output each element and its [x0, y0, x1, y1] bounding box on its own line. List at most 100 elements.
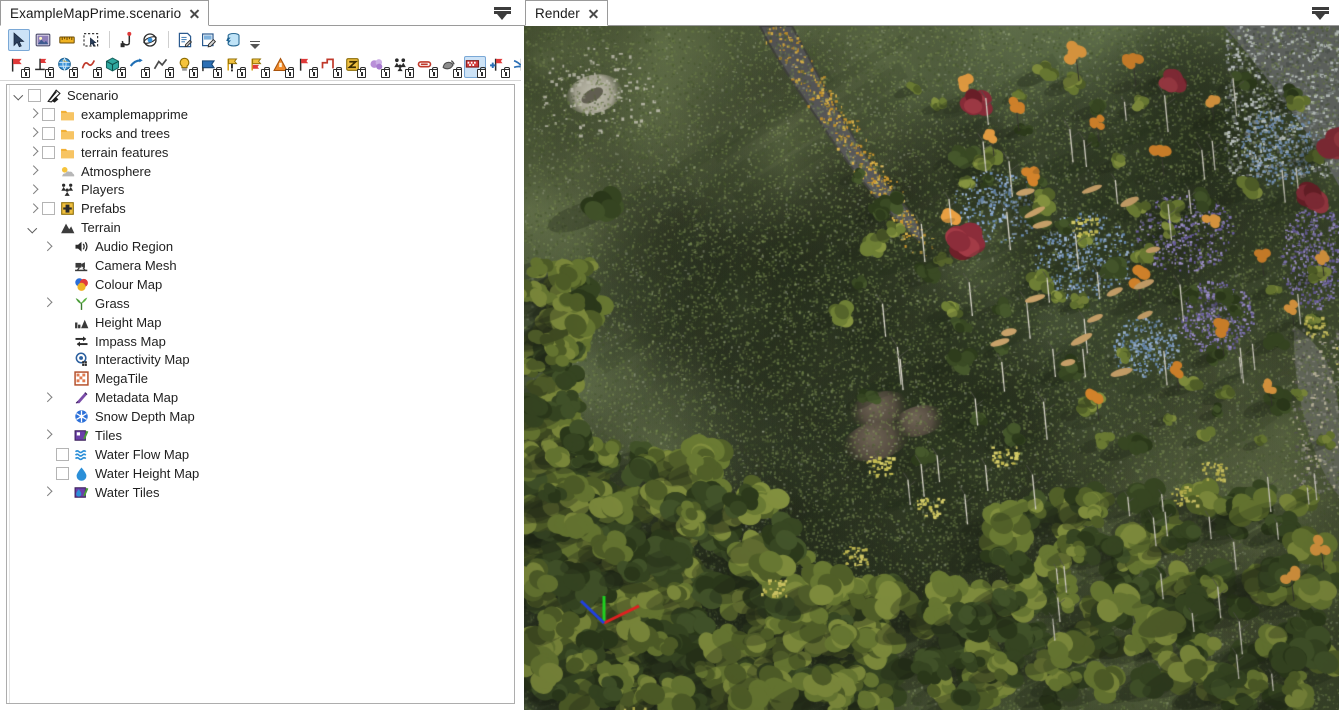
left-tabstrip: ExampleMapPrime.scenario	[0, 0, 521, 26]
tree-item-camera-mesh[interactable]: Camera Mesh	[7, 256, 514, 275]
tree-item-audio-region[interactable]: Audio Region	[7, 237, 514, 256]
tree-item-players[interactable]: Players	[7, 180, 514, 199]
tree-item-label: Prefabs	[81, 201, 126, 217]
toolbar-overflow-icon[interactable]	[248, 29, 262, 51]
tree-item-rocks-and-trees[interactable]: rocks and trees	[7, 124, 514, 143]
tree-item-label: Interactivity Map	[95, 352, 190, 368]
tree-item-metadata-map[interactable]: Metadata Map	[7, 388, 514, 407]
squad-units-lock-icon[interactable]	[392, 56, 415, 78]
scenario-brush-icon	[45, 88, 62, 103]
chevron-right-icon[interactable]	[27, 127, 40, 140]
line-path-lock-icon[interactable]	[152, 56, 175, 78]
tab-scenario[interactable]: ExampleMapPrime.scenario	[0, 0, 210, 26]
orbit-rotate-icon[interactable]	[139, 29, 161, 51]
tiles-icon	[73, 428, 90, 443]
tab-render-label: Render	[535, 5, 580, 21]
tree-item-label: rocks and trees	[81, 125, 170, 141]
close-icon[interactable]	[587, 7, 600, 20]
flag-marker-lock-icon[interactable]	[32, 56, 55, 78]
render-viewport[interactable]	[524, 26, 1339, 710]
cube-teal-lock-icon[interactable]	[104, 56, 127, 78]
chevron-right-icon[interactable]	[41, 391, 54, 404]
visibility-checkbox[interactable]	[42, 145, 55, 159]
visibility-checkbox[interactable]	[42, 126, 55, 140]
chevron-down-icon[interactable]	[13, 89, 26, 102]
tree-item-water-flow-map[interactable]: Water Flow Map	[7, 445, 514, 464]
chevron-right-icon[interactable]	[27, 146, 40, 159]
add-flag-lock-icon[interactable]	[488, 56, 511, 78]
tree-item-height-map[interactable]: Height Map	[7, 313, 514, 332]
tab-render[interactable]: Render	[525, 0, 608, 26]
chevron-right-icon[interactable]	[41, 240, 54, 253]
chevron-right-icon[interactable]	[27, 165, 40, 178]
cone-orange-lock-icon[interactable]	[272, 56, 295, 78]
tree-item-label: Metadata Map	[95, 390, 179, 406]
cloud-purple-lock-icon[interactable]	[368, 56, 391, 78]
image-texture-icon[interactable]	[32, 29, 54, 51]
tree-item-terrain[interactable]: Terrain	[7, 218, 514, 237]
objective-flag-lock-icon[interactable]	[248, 56, 271, 78]
tree-item-grass[interactable]: Grass	[7, 294, 514, 313]
wave-path-lock-icon[interactable]	[320, 56, 343, 78]
chevron-right-icon[interactable]	[41, 297, 54, 310]
flag-red-lock-icon[interactable]	[8, 56, 31, 78]
tree-item-interactivity-map[interactable]: Interactivity Map	[7, 350, 514, 369]
toolbar-separator	[109, 31, 110, 48]
tab-list-dropdown-icon[interactable]	[1312, 5, 1329, 21]
globe-lock-icon[interactable]	[56, 56, 79, 78]
tree-item-water-tiles[interactable]: Water Tiles	[7, 483, 514, 502]
flag-red-small-lock-icon[interactable]	[296, 56, 319, 78]
right-tabstrip: Render	[521, 0, 1339, 26]
tree-item-label: Snow Depth Map	[95, 409, 195, 425]
marquee-select-icon[interactable]	[80, 29, 102, 51]
tree-item-water-height-map[interactable]: Water Height Map	[7, 464, 514, 483]
select-cursor-icon[interactable]	[8, 28, 30, 51]
smoke-grey-lock-icon[interactable]	[440, 56, 463, 78]
banner-blue-lock-icon[interactable]	[200, 56, 223, 78]
close-icon[interactable]	[188, 7, 201, 20]
tree-item-tiles[interactable]: Tiles	[7, 426, 514, 445]
tree-item-colour-map[interactable]: Colour Map	[7, 275, 514, 294]
chevron-down-icon[interactable]	[27, 221, 40, 234]
zone-yellow-lock-icon[interactable]	[344, 56, 367, 78]
visibility-checkbox[interactable]	[56, 447, 69, 461]
terrain-render-canvas[interactable]	[524, 26, 1339, 710]
scenario-tree[interactable]: Scenario examplemapprime rocks and trees te…	[6, 84, 515, 704]
chevron-right-icon[interactable]	[41, 486, 54, 499]
tree-item-scenario[interactable]: Scenario	[7, 86, 514, 105]
audio-speaker-icon	[73, 239, 90, 254]
tree-item-examplemapprime[interactable]: examplemapprime	[7, 105, 514, 124]
database-refresh-icon[interactable]	[222, 29, 244, 51]
path-node-icon[interactable]	[115, 29, 137, 51]
chevron-right-icon[interactable]	[27, 202, 40, 215]
tree-item-impass-map[interactable]: Impass Map	[7, 332, 514, 351]
visibility-checkbox[interactable]	[42, 202, 55, 216]
interactivity-map-icon	[73, 352, 90, 367]
tree-item-label: MegaTile	[95, 371, 148, 387]
visibility-checkbox[interactable]	[42, 107, 55, 121]
tree-item-terrain-features[interactable]: terrain features	[7, 143, 514, 162]
chevron-right-icon[interactable]	[27, 108, 40, 121]
capture-point-lock-icon[interactable]	[464, 55, 487, 78]
edit-document-icon[interactable]	[198, 29, 220, 51]
arrow-blue-lock-icon[interactable]	[128, 56, 151, 78]
curve-path-lock-icon[interactable]	[80, 56, 103, 78]
script-document-icon[interactable]	[174, 29, 196, 51]
chevron-right-icon[interactable]	[41, 429, 54, 442]
chevron-right-icon[interactable]	[27, 183, 40, 196]
tree-item-atmosphere[interactable]: Atmosphere	[7, 162, 514, 181]
water-height-map-icon	[73, 466, 90, 481]
visibility-checkbox[interactable]	[56, 466, 69, 480]
visibility-checkbox[interactable]	[28, 88, 41, 102]
lightbulb-lock-icon[interactable]	[176, 56, 199, 78]
tree-item-snow-depth-map[interactable]: Snow Depth Map	[7, 407, 514, 426]
tree-item-megatile[interactable]: MegaTile	[7, 369, 514, 388]
tab-list-dropdown-icon[interactable]	[494, 5, 511, 21]
objective-alert-lock-icon[interactable]	[224, 56, 247, 78]
tree-item-prefabs[interactable]: Prefabs	[7, 199, 514, 218]
vehicle-lock-icon[interactable]	[416, 56, 439, 78]
ruler-measure-icon[interactable]	[56, 29, 78, 51]
